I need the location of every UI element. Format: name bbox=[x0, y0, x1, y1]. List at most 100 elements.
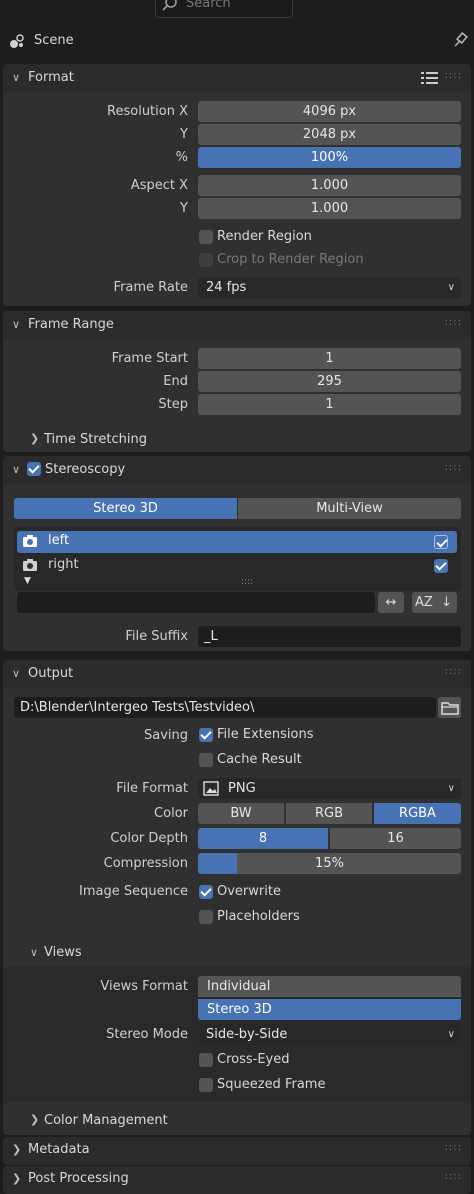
file-format-dropdown[interactable]: PNG ∨ bbox=[198, 778, 461, 799]
sort-alpha-label: AZ bbox=[415, 595, 433, 610]
chevron-right-icon: ❯ bbox=[30, 432, 40, 445]
chevron-down-icon: ∨ bbox=[447, 282, 455, 293]
resolution-percent-field[interactable]: 100% bbox=[198, 147, 461, 168]
cache-result-label: Cache Result bbox=[217, 752, 302, 767]
output-title: Output bbox=[28, 666, 74, 681]
placeholders-label: Placeholders bbox=[217, 909, 300, 924]
arrow-down-icon: ↓ bbox=[440, 595, 452, 610]
stereoscopy-title: Stereoscopy bbox=[45, 462, 126, 477]
search-bar[interactable]: Search bbox=[155, 0, 293, 18]
compression-slider[interactable]: 15% bbox=[198, 853, 461, 874]
tab-stereo-3d[interactable]: Stereo 3D bbox=[14, 498, 237, 519]
drag-handle-icon[interactable]: :::: bbox=[445, 317, 462, 328]
chevron-right-icon: ❯ bbox=[30, 1113, 40, 1126]
time-stretching-subpanel[interactable]: Time Stretching bbox=[44, 432, 147, 447]
aspect-y-field[interactable]: 1.000 bbox=[198, 198, 461, 219]
color-rgb-button[interactable]: RGB bbox=[286, 803, 372, 824]
aspect-y-label: Y bbox=[180, 201, 188, 216]
color-label: Color bbox=[154, 806, 188, 821]
view-filter-input[interactable] bbox=[17, 592, 375, 613]
view-left-checkbox[interactable] bbox=[434, 535, 448, 549]
resolution-y-field[interactable]: 2048 px bbox=[198, 124, 461, 145]
color-depth-16-button[interactable]: 16 bbox=[330, 828, 461, 849]
color-depth-8-button[interactable]: 8 bbox=[198, 828, 328, 849]
search-icon bbox=[162, 0, 178, 16]
view-name-left: left bbox=[48, 533, 70, 548]
frame-start-field[interactable]: 1 bbox=[198, 348, 461, 369]
views-format-stereo-3d[interactable]: Stereo 3D bbox=[198, 999, 461, 1020]
drag-handle-icon[interactable]: :::: bbox=[445, 70, 462, 81]
drag-handle-icon[interactable]: :::: bbox=[445, 1142, 462, 1153]
post-processing-title: Post Processing bbox=[28, 1171, 129, 1186]
list-resize-handle-icon[interactable]: :::: bbox=[241, 577, 253, 587]
frame-step-field[interactable]: 1 bbox=[198, 394, 461, 415]
frame-rate-dropdown[interactable]: 24 fps ∨ bbox=[198, 277, 461, 298]
aspect-x-label: Aspect X bbox=[130, 178, 188, 193]
tab-multi-view[interactable]: Multi-View bbox=[238, 498, 461, 519]
drag-handle-icon[interactable]: :::: bbox=[445, 666, 462, 677]
render-region-checkbox[interactable] bbox=[199, 230, 213, 244]
render-region-label: Render Region bbox=[217, 229, 312, 244]
resolution-y-label: Y bbox=[180, 127, 188, 142]
frame-rate-label: Frame Rate bbox=[113, 280, 188, 295]
resolution-x-label: Resolution X bbox=[107, 104, 188, 119]
stereoscopy-checkbox[interactable] bbox=[27, 462, 41, 476]
drag-handle-icon[interactable]: :::: bbox=[445, 462, 462, 473]
cache-result-checkbox[interactable] bbox=[199, 753, 213, 767]
views-format-individual[interactable]: Individual bbox=[198, 976, 461, 997]
folder-button[interactable] bbox=[438, 697, 461, 718]
stereo-mode-label: Stereo Mode bbox=[106, 1027, 188, 1042]
list-item[interactable]: left bbox=[17, 531, 457, 553]
views-title: Views bbox=[44, 945, 82, 960]
list-icon[interactable] bbox=[421, 70, 439, 90]
compression-value: 15% bbox=[315, 856, 344, 871]
pin-icon[interactable] bbox=[452, 31, 468, 53]
folder-icon bbox=[441, 700, 459, 719]
image-icon bbox=[203, 781, 219, 803]
chevron-down-icon: ∨ bbox=[12, 463, 21, 476]
file-format-value: PNG bbox=[228, 781, 256, 796]
stereo-mode-dropdown[interactable]: Side-by-Side ∨ bbox=[198, 1024, 461, 1045]
chevron-right-icon: ❯ bbox=[12, 1143, 22, 1156]
frame-end-label: End bbox=[163, 374, 188, 389]
color-management-subpanel[interactable]: Color Management bbox=[44, 1113, 168, 1128]
views-format-label: Views Format bbox=[100, 979, 188, 994]
frame-rate-value: 24 fps bbox=[206, 280, 247, 295]
triangle-down-icon[interactable]: ▼ bbox=[24, 576, 31, 586]
search-placeholder: Search bbox=[186, 0, 231, 11]
view-right-checkbox[interactable] bbox=[434, 559, 448, 573]
cross-eyed-label: Cross-Eyed bbox=[217, 1052, 290, 1067]
crop-region-label: Crop to Render Region bbox=[217, 252, 364, 267]
file-suffix-input[interactable]: _L bbox=[198, 626, 461, 647]
output-path-input[interactable]: D:\Blender\Intergeo Tests\Testvideo\ bbox=[14, 697, 436, 718]
frame-range-title: Frame Range bbox=[28, 317, 114, 332]
crop-region-checkbox[interactable] bbox=[199, 253, 213, 267]
chevron-down-icon: ∨ bbox=[12, 318, 21, 331]
squeezed-frame-checkbox[interactable] bbox=[199, 1078, 213, 1092]
chevron-right-icon: ❯ bbox=[12, 1172, 22, 1185]
resolution-x-field[interactable]: 4096 px bbox=[198, 101, 461, 122]
arrows-horizontal-icon: ↔ bbox=[385, 595, 397, 610]
color-bw-button[interactable]: BW bbox=[198, 803, 284, 824]
output-header[interactable] bbox=[3, 660, 471, 688]
placeholders-checkbox[interactable] bbox=[199, 910, 213, 924]
color-rgba-button[interactable]: RGBA bbox=[374, 803, 461, 824]
image-sequence-label: Image Sequence bbox=[79, 884, 188, 899]
frame-end-field[interactable]: 295 bbox=[198, 371, 461, 392]
format-title: Format bbox=[28, 70, 74, 85]
file-extensions-checkbox[interactable] bbox=[199, 728, 213, 742]
cross-eyed-checkbox[interactable] bbox=[199, 1053, 213, 1067]
overwrite-checkbox[interactable] bbox=[199, 885, 213, 899]
drag-handle-icon[interactable]: :::: bbox=[445, 1171, 462, 1182]
color-depth-label: Color Depth bbox=[110, 831, 188, 846]
chevron-down-icon: ∨ bbox=[12, 667, 21, 680]
sort-button[interactable]: AZ ↓ bbox=[412, 592, 457, 613]
invert-filter-button[interactable]: ↔ bbox=[378, 592, 404, 613]
file-suffix-label: File Suffix bbox=[125, 629, 188, 644]
list-item[interactable]: right bbox=[17, 555, 457, 577]
file-extensions-label: File Extensions bbox=[217, 727, 314, 742]
scene-label: Scene bbox=[34, 33, 74, 48]
aspect-x-field[interactable]: 1.000 bbox=[198, 175, 461, 196]
camera-icon bbox=[22, 558, 38, 576]
metadata-title: Metadata bbox=[28, 1142, 90, 1157]
